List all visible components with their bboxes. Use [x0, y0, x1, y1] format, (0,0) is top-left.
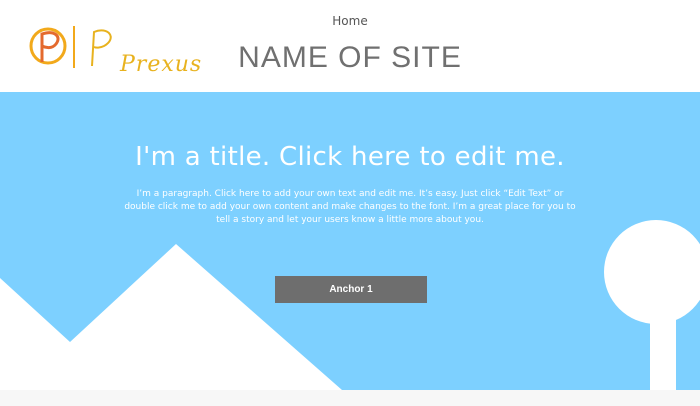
tree-trunk-shape: [650, 292, 676, 390]
site-header: Prexus Home NAME OF SITE: [0, 0, 700, 92]
hero-illustration: [0, 220, 700, 390]
site-name: NAME OF SITE: [238, 41, 462, 74]
hero-title[interactable]: I'm a title. Click here to edit me.: [0, 142, 700, 172]
footer-strip: [0, 390, 700, 406]
anchor-1-button[interactable]: Anchor 1: [275, 276, 427, 303]
hero-section: I'm a title. Click here to edit me. I’m …: [0, 92, 700, 390]
nav-home-link[interactable]: Home: [0, 14, 700, 28]
mountain-shape: [0, 244, 342, 390]
hero-paragraph[interactable]: I’m a paragraph. Click here to add your …: [120, 188, 580, 227]
